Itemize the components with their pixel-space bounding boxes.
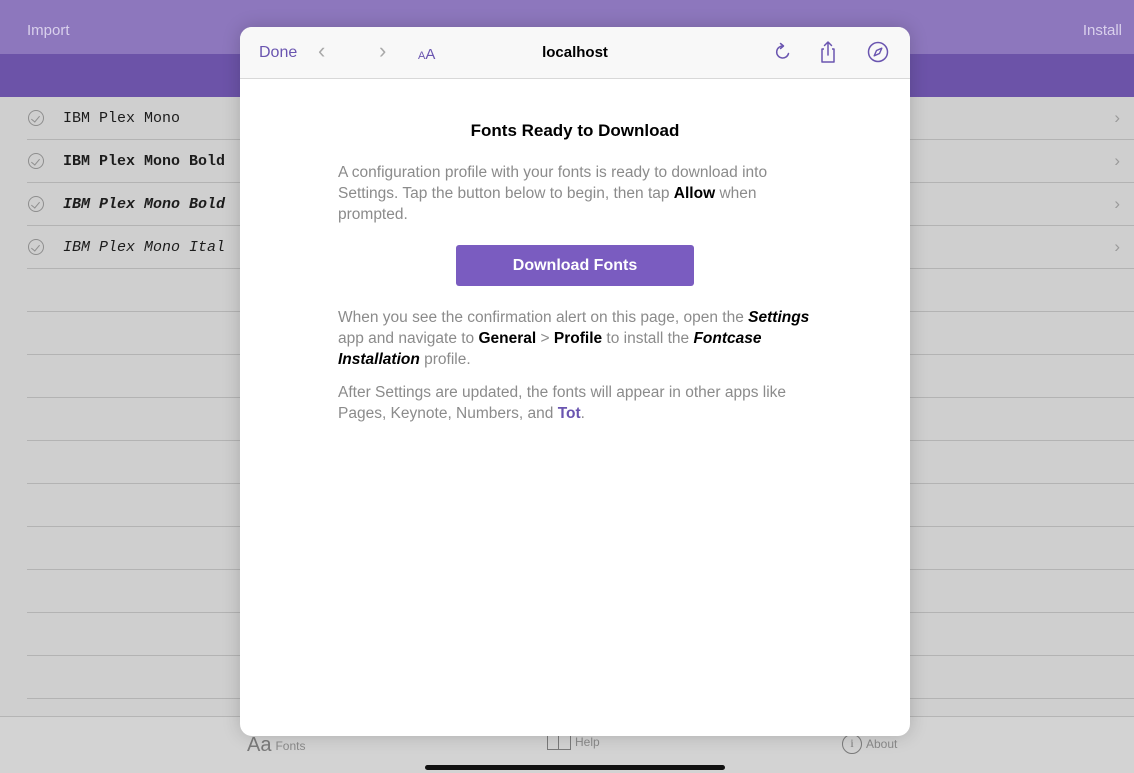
download-fonts-button[interactable]: Download Fonts: [456, 245, 694, 286]
browser-sheet: Done ‹ › AA localhost Fonts Ready to Dow…: [240, 27, 910, 736]
general-keyword: General: [478, 330, 537, 347]
page-title: Fonts Ready to Download: [470, 121, 680, 140]
reload-icon[interactable]: [770, 39, 796, 65]
tab-label: About: [866, 737, 898, 751]
settings-keyword: Settings: [748, 309, 810, 326]
after-paragraph: After Settings are updated, the fonts wi…: [338, 382, 813, 424]
profile-keyword: Profile: [553, 330, 603, 347]
tab-label: Help: [575, 735, 600, 749]
font-name: IBM Plex Mono Bold: [63, 196, 226, 213]
instr-text: profile.: [419, 351, 471, 368]
font-name: IBM Plex Mono Ital: [63, 239, 226, 256]
font-name: IBM Plex Mono: [63, 110, 181, 127]
check-circle-icon: [28, 239, 44, 255]
tot-link[interactable]: Tot: [558, 405, 581, 422]
instr-text: app and navigate to: [338, 330, 479, 347]
install-button[interactable]: Install: [1083, 22, 1122, 39]
check-circle-icon: [28, 196, 44, 212]
allow-keyword: Allow: [673, 185, 716, 202]
after-text-end: .: [580, 405, 585, 422]
home-indicator[interactable]: [425, 765, 725, 770]
check-circle-icon: [28, 110, 44, 126]
instructions-paragraph: When you see the confirmation alert on t…: [338, 307, 813, 370]
tab-label: Fonts: [275, 738, 306, 753]
chevron-right-icon: ›: [1114, 108, 1120, 127]
browser-toolbar: Done ‹ › AA localhost: [240, 27, 910, 79]
url-host: localhost: [542, 44, 608, 61]
book-icon: [547, 734, 571, 750]
font-name: IBM Plex Mono Bold: [63, 153, 226, 170]
tab-help[interactable]: Help: [547, 734, 600, 750]
compass-icon[interactable]: [865, 39, 891, 65]
chevron-right-icon: ›: [1114, 151, 1120, 170]
fonts-icon: Aa: [247, 734, 272, 756]
instr-text: to install the: [602, 330, 694, 347]
intro-paragraph: A configuration profile with your fonts …: [338, 162, 813, 225]
instr-text: When you see the confirmation alert on t…: [338, 309, 749, 326]
tab-about[interactable]: i About: [842, 734, 897, 754]
chevron-right-icon: ›: [1114, 194, 1120, 213]
import-button[interactable]: Import: [27, 22, 70, 39]
info-icon: i: [842, 734, 862, 754]
tab-fonts[interactable]: Aa Fonts: [247, 734, 305, 757]
chevron-right-icon: ›: [1114, 237, 1120, 256]
share-icon[interactable]: [815, 39, 841, 65]
check-circle-icon: [28, 153, 44, 169]
instr-text: >: [536, 330, 554, 347]
